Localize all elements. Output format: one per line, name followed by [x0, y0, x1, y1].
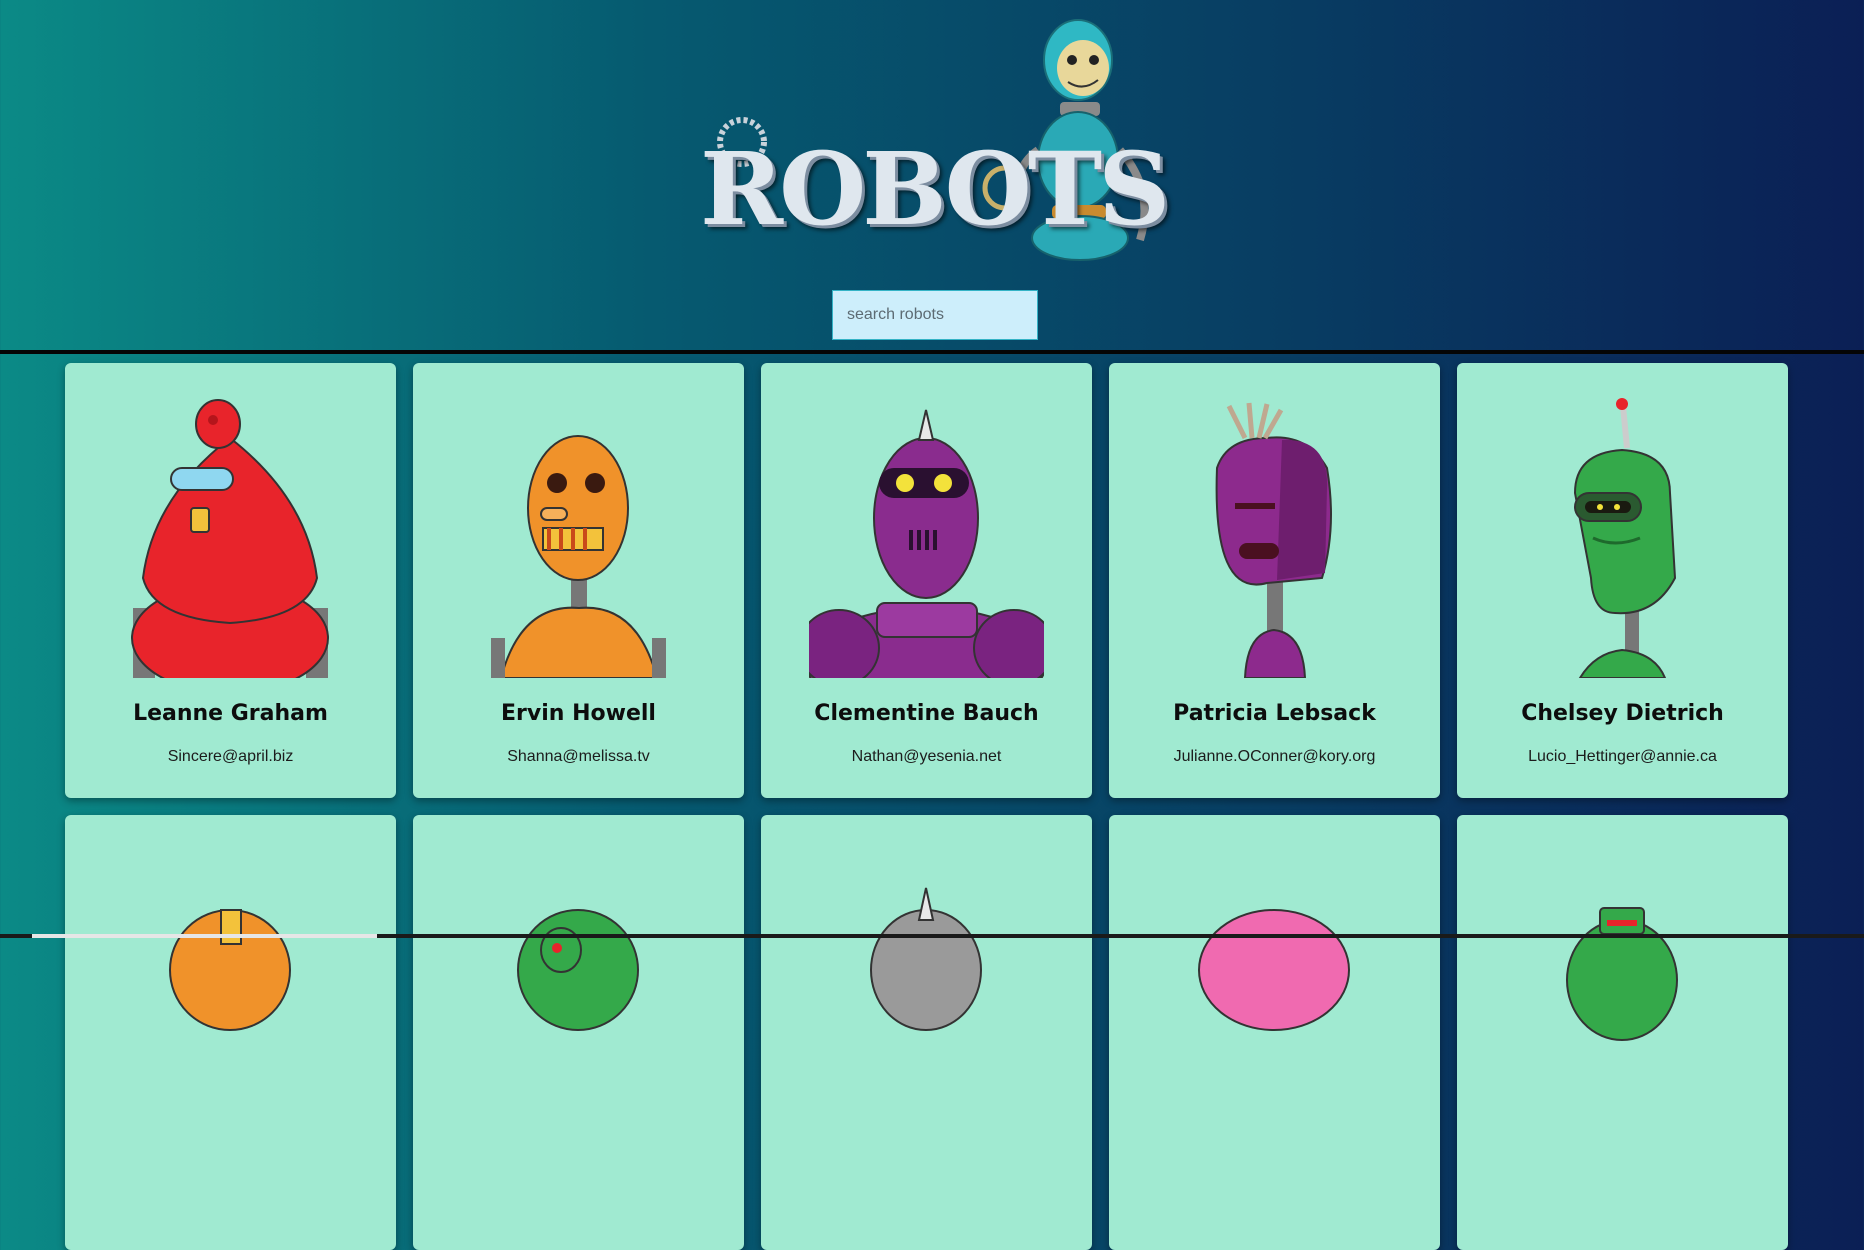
robot-avatar [113, 398, 348, 678]
robot-card[interactable]: Chelsey Dietrich Lucio_Hettinger@annie.c… [1457, 363, 1788, 798]
robot-email: Julianne.OConner@kory.org [1173, 748, 1376, 765]
robot-avatar [461, 850, 696, 1130]
green-robot-image [517, 909, 639, 1031]
header-divider [0, 350, 1864, 354]
robot-name: Clementine Bauch [814, 701, 1039, 726]
orange-robot-image [169, 909, 291, 1031]
scrollbar-thumb[interactable] [32, 934, 377, 938]
robot-email: Lucio_Hettinger@annie.ca [1528, 748, 1717, 765]
robot-card[interactable]: Ervin Howell Shanna@melissa.tv [413, 363, 744, 798]
search-input[interactable] [832, 290, 1038, 340]
robot-avatar [1157, 398, 1392, 678]
header: ROBOTS [0, 0, 1864, 350]
orange-robot-image [491, 435, 666, 678]
robot-card[interactable]: Patricia Lebsack Julianne.OConner@kory.o… [1109, 363, 1440, 798]
purple-robot-image [809, 409, 1044, 678]
robot-name: Chelsey Dietrich [1521, 701, 1724, 726]
robot-avatar [809, 398, 1044, 678]
horizontal-scrollbar[interactable] [0, 934, 1864, 938]
robot-card[interactable] [413, 815, 744, 1250]
robot-avatar [461, 398, 696, 678]
robot-avatar [1505, 850, 1740, 1130]
robot-card[interactable]: Leanne Graham Sincere@april.biz [65, 363, 396, 798]
robot-name: Ervin Howell [501, 701, 656, 726]
robot-name: Leanne Graham [133, 701, 328, 726]
red-robot-image [131, 399, 329, 678]
purple-head-robot-image [1215, 402, 1332, 678]
robot-avatar [113, 850, 348, 1130]
robot-card[interactable]: Clementine Bauch Nathan@yesenia.net [761, 363, 1092, 798]
robot-card[interactable] [1109, 815, 1440, 1250]
robot-card[interactable] [1457, 815, 1788, 1250]
green-robot-image [1573, 398, 1677, 678]
robot-email: Sincere@april.biz [167, 748, 294, 765]
robot-email: Shanna@melissa.tv [507, 748, 650, 765]
robot-avatar [1505, 398, 1740, 678]
robot-avatar [1157, 850, 1392, 1130]
green-hat-robot-image [1566, 907, 1678, 1041]
robot-email: Nathan@yesenia.net [851, 748, 1002, 765]
pink-robot-image [1198, 909, 1350, 1031]
robot-card[interactable] [65, 815, 396, 1250]
robot-card[interactable] [761, 815, 1092, 1250]
robot-name: Patricia Lebsack [1173, 701, 1376, 726]
robots-logo: ROBOTS [700, 10, 1180, 280]
robot-avatar [809, 850, 1044, 1130]
grey-robot-image [870, 887, 982, 1031]
logo-text: ROBOTS [700, 130, 1170, 248]
